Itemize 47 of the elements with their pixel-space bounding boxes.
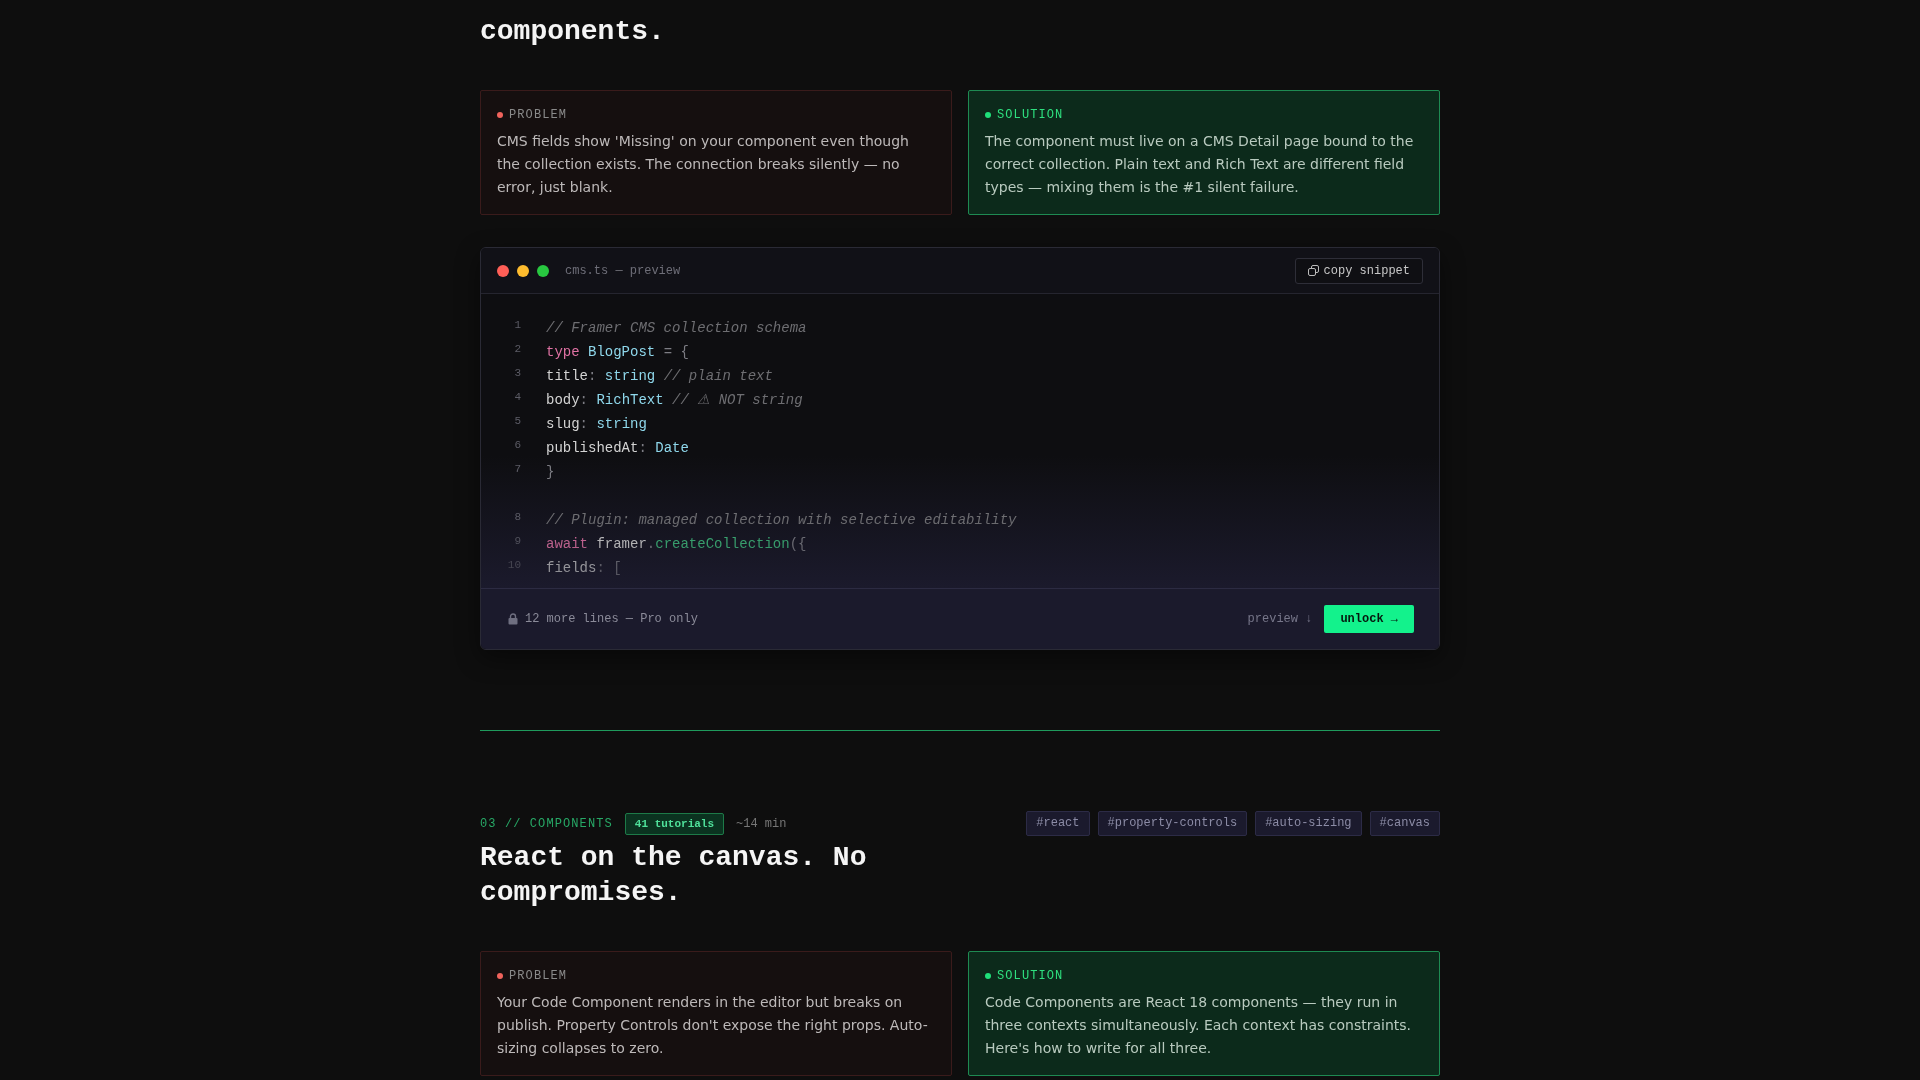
copy-icon [1307, 265, 1319, 276]
status-dot-icon [985, 111, 991, 118]
section-heading: React on the canvas. No compromises. [480, 841, 868, 910]
card-label: PROBLEM [509, 968, 568, 983]
line-number: 3 [513, 366, 521, 380]
line-number: 4 [513, 390, 521, 404]
topic-tag[interactable]: #canvas [1369, 811, 1440, 836]
line-number: 2 [513, 342, 521, 356]
code-line: title: string // plain text [546, 367, 773, 385]
unlock-button[interactable]: unlock → [1324, 605, 1414, 633]
card-text: The component must live on a CMS Detail page bound to the correct collection. Plain text and Rich Text are different field types — mixing them is the #1 silent failure. [985, 132, 1415, 197]
window-controls-icon [497, 264, 549, 277]
card-text: Code Components are React 18 components — they run in three contexts simultaneously. Each context has constraints. Here's how to write for all three. [985, 993, 1413, 1058]
card-text: Your Code Component renders in the editor but breaks on publish. Property Controls don't expose the right props. Auto-sizing collapses to zero. [497, 993, 929, 1058]
code-line: // Framer CMS collection schema [546, 319, 807, 337]
card-label: SOLUTION [997, 968, 1064, 983]
copy-snippet-button[interactable]: copy snippet [1294, 257, 1423, 284]
status-dot-icon [497, 972, 503, 979]
section-eyebrow: 03 // COMPONENTS [480, 816, 613, 831]
reading-time: ~14 min [736, 816, 787, 831]
lock-icon [508, 613, 518, 625]
card-label: PROBLEM [509, 107, 568, 122]
preview-link[interactable]: preview ↓ [1247, 612, 1313, 626]
code-line: publishedAt: Date [546, 439, 689, 457]
code-line: } [546, 463, 555, 481]
topic-tag[interactable]: #react [1026, 811, 1090, 836]
code-line: body: RichText // ⚠ NOT string [546, 391, 803, 409]
line-number: 1 [513, 318, 521, 332]
card-text: CMS fields show 'Missing' on your component even though the collection exists. The connection breaks silently — no error, just blank. [497, 132, 910, 197]
topic-tag[interactable]: #property-controls [1097, 811, 1248, 836]
code-line: slug: string [546, 415, 647, 433]
code-line: type BlogPost = { [546, 343, 689, 361]
tutorial-count-badge: 41 tutorials [624, 812, 725, 835]
status-dot-icon [497, 111, 503, 118]
code-line: await framer.createCollection({ [546, 535, 807, 553]
file-name: cms.ts — preview [565, 263, 681, 278]
topic-tag[interactable]: #auto-sizing [1255, 811, 1362, 836]
line-number: 8 [513, 510, 521, 524]
status-dot-icon [985, 972, 991, 979]
section-heading: components. [480, 15, 666, 49]
code-line: fields: [ [546, 559, 622, 577]
line-number: 5 [513, 414, 521, 428]
line-number: 6 [513, 438, 521, 452]
card-label: SOLUTION [997, 107, 1064, 122]
line-number: 7 [513, 462, 521, 476]
locked-lines-note: 12 more lines — Pro only [525, 612, 698, 626]
code-line: // Plugin: managed collection with selective editability [546, 511, 1017, 529]
